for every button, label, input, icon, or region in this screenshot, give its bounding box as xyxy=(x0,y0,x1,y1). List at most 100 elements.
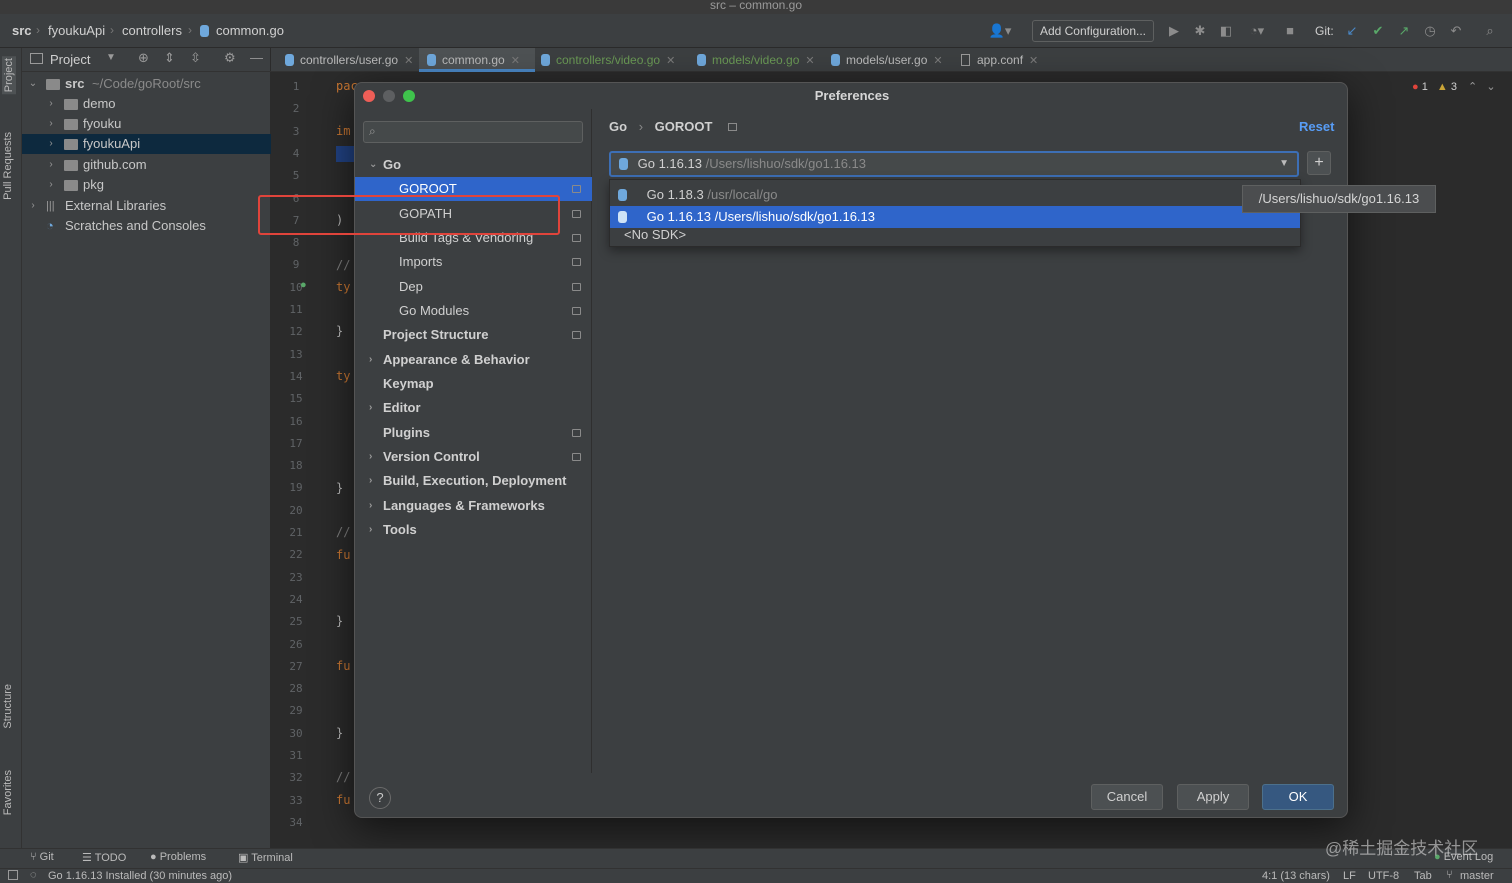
sdk-option-go-1-18-3[interactable]: Go 1.18.3 /usr/local/go xyxy=(610,184,1300,206)
tool-tab-todo[interactable]: ☰ TODO xyxy=(82,851,126,864)
debug-icon[interactable]: ✱ xyxy=(1192,23,1208,39)
chevron-right-icon[interactable]: › xyxy=(28,196,38,216)
chevron-right-icon[interactable]: › xyxy=(369,494,372,518)
goroot-sdk-select[interactable]: Go 1.16.13 /Users/lishuo/sdk/go1.16.13 ▼ xyxy=(609,151,1299,177)
chevron-right-icon[interactable]: › xyxy=(369,348,372,372)
tab-controllers-video[interactable]: controllers/video.go ✕ xyxy=(537,48,683,72)
gear-icon[interactable]: ⚙ xyxy=(224,50,236,66)
inspection-widget[interactable]: ● 1 ▲ 3 ⌃ ⌄ xyxy=(1412,80,1496,93)
tree-item-fyoukuapi[interactable]: › fyoukuApi xyxy=(22,134,271,154)
close-window-button[interactable] xyxy=(363,90,375,102)
chevron-down-icon[interactable]: ▼ xyxy=(106,52,116,63)
chevron-down-icon[interactable]: ▼ xyxy=(1279,153,1289,175)
chevron-right-icon[interactable]: › xyxy=(46,94,56,114)
breadcrumb-src[interactable]: src xyxy=(12,23,32,38)
favorites-tool-tab[interactable]: Favorites xyxy=(2,770,14,815)
chevron-right-icon[interactable]: › xyxy=(369,445,372,469)
breadcrumb-controllers[interactable]: controllers xyxy=(122,23,182,38)
search-icon[interactable]: ⌕ xyxy=(1482,23,1498,39)
zoom-window-button[interactable] xyxy=(403,90,415,102)
chevron-right-icon[interactable]: › xyxy=(46,114,56,134)
nav-item-tools[interactable]: › Tools xyxy=(355,518,592,542)
tree-item-external-libraries[interactable]: › ||| External Libraries xyxy=(22,196,271,216)
ok-button[interactable]: OK xyxy=(1262,784,1334,810)
tool-tab-git[interactable]: ⑂ Git xyxy=(30,851,54,863)
stop-icon[interactable]: ■ xyxy=(1282,23,1298,39)
structure-tool-tab[interactable]: Structure xyxy=(2,684,14,729)
nav-item-editor[interactable]: › Editor xyxy=(355,396,592,420)
tree-item-src[interactable]: ⌄ src ~/Code/goRoot/src xyxy=(22,74,271,94)
nav-item-languages[interactable]: › Languages & Frameworks xyxy=(355,494,592,518)
close-icon[interactable]: ✕ xyxy=(805,55,814,67)
chevron-right-icon[interactable]: › xyxy=(369,469,372,493)
git-commit-icon[interactable]: ✔ xyxy=(1370,23,1386,39)
reset-link[interactable]: Reset xyxy=(1299,119,1334,134)
cancel-button[interactable]: Cancel xyxy=(1091,784,1163,810)
project-view-selector[interactable]: Project xyxy=(50,52,90,67)
tab-common-go[interactable]: common.go ✕ xyxy=(419,48,535,72)
implemented-marker-icon[interactable]: ● xyxy=(300,279,307,291)
indent-setting[interactable]: Tab xyxy=(1414,870,1432,882)
chevron-down-icon[interactable]: ⌄ xyxy=(1486,81,1495,93)
nav-item-go-modules[interactable]: Go Modules xyxy=(355,299,592,323)
chevron-right-icon[interactable]: › xyxy=(46,134,56,154)
apply-button[interactable]: Apply xyxy=(1177,784,1249,810)
nav-item-imports[interactable]: Imports xyxy=(355,250,592,274)
chevron-right-icon[interactable]: › xyxy=(369,518,372,542)
tree-item-pkg[interactable]: › pkg xyxy=(22,175,271,195)
pull-requests-tool-tab[interactable]: Pull Requests xyxy=(2,132,14,200)
caret-position[interactable]: 4:1 (13 chars) xyxy=(1262,870,1330,882)
profile-icon[interactable]: ◔▾ xyxy=(1244,23,1270,39)
nav-item-project-structure[interactable]: Project Structure xyxy=(355,323,592,347)
breadcrumb-fyoukuapi[interactable]: fyoukuApi xyxy=(48,23,105,38)
tree-item-github[interactable]: › github.com xyxy=(22,155,271,175)
nav-item-version-control[interactable]: › Version Control xyxy=(355,445,592,469)
tab-controllers-user[interactable]: controllers/user.go ✕ xyxy=(279,48,417,72)
close-icon[interactable]: ✕ xyxy=(666,55,675,67)
chevron-right-icon[interactable]: › xyxy=(46,175,56,195)
git-push-icon[interactable]: ↗ xyxy=(1396,23,1412,39)
git-branch[interactable]: master xyxy=(1460,870,1494,882)
nav-item-keymap[interactable]: Keymap xyxy=(355,372,592,396)
close-icon[interactable]: ✕ xyxy=(511,55,520,67)
tab-models-user[interactable]: models/user.go ✕ xyxy=(827,48,953,72)
user-account-icon[interactable]: 👤▾ xyxy=(988,23,1012,39)
expand-all-icon[interactable]: ⇕ xyxy=(164,50,175,66)
file-encoding[interactable]: UTF-8 xyxy=(1368,870,1399,882)
tool-tab-terminal[interactable]: ▣ Terminal xyxy=(238,851,293,864)
chevron-down-icon[interactable]: ⌄ xyxy=(28,74,38,94)
coverage-icon[interactable]: ◧ xyxy=(1218,23,1234,39)
run-icon[interactable]: ▶ xyxy=(1166,23,1182,39)
locate-icon[interactable]: ⊕ xyxy=(138,50,149,66)
nav-item-plugins[interactable]: Plugins xyxy=(355,421,592,445)
sdk-option-go-1-16-13[interactable]: Go 1.16.13 /Users/lishuo/sdk/go1.16.13 xyxy=(610,206,1300,228)
project-tool-tab[interactable]: Project xyxy=(2,56,16,95)
nav-item-dep[interactable]: Dep xyxy=(355,275,592,299)
sdk-option-no-sdk[interactable]: <No SDK> xyxy=(610,226,1300,248)
history-icon[interactable]: ◷ xyxy=(1422,23,1438,39)
minimize-window-button[interactable] xyxy=(383,90,395,102)
toggle-tool-windows-icon[interactable] xyxy=(8,870,18,880)
line-separator[interactable]: LF xyxy=(1343,870,1356,882)
status-message[interactable]: Go 1.16.13 Installed (30 minutes ago) xyxy=(48,870,232,882)
collapse-all-icon[interactable]: ⇳ xyxy=(190,50,201,66)
close-icon[interactable]: ✕ xyxy=(404,55,413,67)
tool-tab-problems[interactable]: ● Problems xyxy=(150,851,206,863)
chevron-right-icon[interactable]: › xyxy=(369,396,372,420)
add-configuration-button[interactable]: Add Configuration... xyxy=(1032,20,1154,42)
chevron-up-icon[interactable]: ⌃ xyxy=(1468,81,1477,93)
hide-icon[interactable]: — xyxy=(250,50,263,65)
chevron-right-icon[interactable]: › xyxy=(46,155,56,175)
chevron-down-icon[interactable]: ⌄ xyxy=(369,153,377,177)
add-sdk-button[interactable]: + xyxy=(1307,151,1331,175)
nav-item-build-execution[interactable]: › Build, Execution, Deployment xyxy=(355,469,592,493)
git-update-icon[interactable]: ↙ xyxy=(1344,23,1360,39)
rollback-icon[interactable]: ↶ xyxy=(1448,23,1464,39)
settings-search-input[interactable]: ⌕ xyxy=(363,121,583,143)
tree-item-scratches[interactable]: ◔ Scratches and Consoles xyxy=(22,216,271,236)
tab-app-conf[interactable]: app.conf ✕ xyxy=(957,48,1057,72)
close-icon[interactable]: ✕ xyxy=(933,55,942,67)
nav-item-go[interactable]: ⌄ Go xyxy=(355,153,592,177)
tree-item-fyouku[interactable]: › fyouku xyxy=(22,114,271,134)
tree-item-demo[interactable]: › demo xyxy=(22,94,271,114)
